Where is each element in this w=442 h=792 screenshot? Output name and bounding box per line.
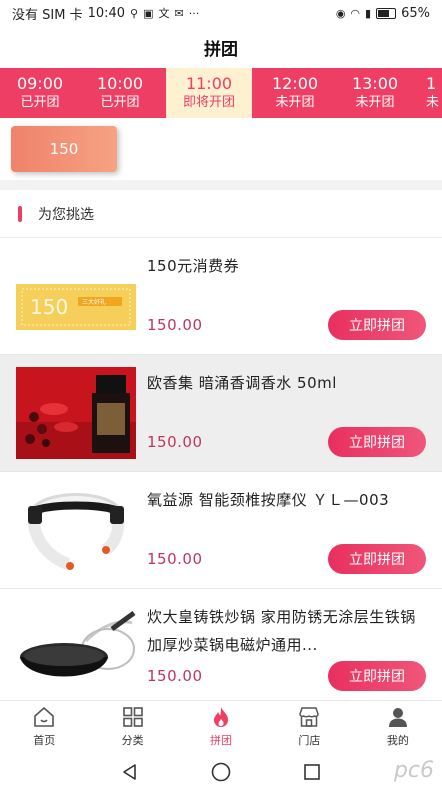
- time-tab-time: 11:00: [185, 74, 233, 93]
- nav-item-home[interactable]: 首页: [0, 701, 88, 752]
- time-slot-tabs: 09:00 已开团 10:00 已开团 11:00 即将开团 12:00 未开团…: [0, 68, 442, 118]
- store-icon: [299, 707, 320, 727]
- amount-chip[interactable]: 150: [11, 126, 117, 172]
- time-tab-time: 09:00: [16, 74, 64, 93]
- time-tab-0900[interactable]: 09:00 已开团: [1, 68, 79, 118]
- nav-label: 我的: [386, 734, 409, 747]
- join-group-button[interactable]: 立即拼团: [328, 427, 426, 457]
- join-group-button[interactable]: 立即拼团: [328, 544, 426, 574]
- nav-item-category[interactable]: 分类: [88, 701, 176, 752]
- time-tab-partial[interactable]: 1 未: [426, 68, 442, 118]
- time-tab-status: 未开团: [275, 95, 315, 110]
- wifi-icon: ◠: [350, 6, 361, 20]
- notification-icon: ▣: [143, 6, 154, 20]
- time-tab-status: 已开团: [20, 95, 60, 110]
- back-icon[interactable]: [120, 762, 140, 782]
- section-header: 为您挑选: [0, 190, 442, 238]
- time-tab-1200[interactable]: 12:00 未开团: [256, 68, 334, 118]
- time-tab-status: 未开团: [355, 95, 395, 110]
- time-tab-time: 1: [426, 74, 437, 93]
- product-price: 150.00: [147, 667, 203, 685]
- system-nav-bar: [0, 752, 442, 792]
- product-name: 氧益源 智能颈椎按摩仪 ＹＬ—003: [147, 491, 390, 509]
- nav-label: 门店: [298, 734, 321, 747]
- time-tab-1300[interactable]: 13:00 未开团: [336, 68, 414, 118]
- status-bar: 没有 SIM 卡 10:40 ⚲ ▣ 文 ✉ ··· ◉ ◠ ▮ 65%: [0, 0, 442, 26]
- grid-icon: [122, 707, 143, 727]
- time-tab-time: 10:00: [96, 74, 144, 93]
- flame-icon: [214, 707, 229, 727]
- nav-item-profile[interactable]: 我的: [354, 701, 442, 752]
- watermark: pc6: [393, 758, 434, 783]
- product-image: [16, 601, 136, 693]
- battery-text: 65%: [401, 5, 430, 21]
- section-title: 为您挑选: [38, 206, 94, 223]
- time-tab-1000[interactable]: 10:00 已开团: [81, 68, 159, 118]
- time-tab-time: 13:00: [351, 74, 399, 93]
- product-price: 150.00: [147, 433, 203, 451]
- nav-label: 首页: [33, 734, 56, 747]
- product-price: 150.00: [147, 550, 203, 568]
- divider: [0, 180, 442, 190]
- time-tab-status: 已开团: [100, 95, 140, 110]
- product-name: 150元消费券: [147, 257, 240, 275]
- join-group-button[interactable]: 立即拼团: [328, 661, 426, 691]
- carrier-text: 没有 SIM 卡: [12, 7, 83, 23]
- product-item[interactable]: 氧益源 智能颈椎按摩仪 ＹＬ—003 150.00 立即拼团: [0, 472, 442, 589]
- neck-massager-image: [16, 484, 136, 576]
- recents-icon[interactable]: [302, 762, 322, 782]
- voucher-tag: 三大好礼: [82, 299, 107, 306]
- wok-image: [16, 601, 136, 693]
- product-image: 150 三大好礼: [16, 250, 136, 342]
- product-item[interactable]: 150 三大好礼 150元消费券 150.00 立即拼团: [0, 238, 442, 355]
- clock-text: 10:40: [87, 5, 126, 21]
- join-group-button[interactable]: 立即拼团: [328, 310, 426, 340]
- product-image: [16, 484, 136, 576]
- nav-label: 分类: [121, 734, 144, 747]
- nav-item-store[interactable]: 门店: [265, 701, 353, 752]
- usb-icon: ⚲: [130, 6, 139, 20]
- section-marker: [18, 205, 22, 222]
- mail-icon: ✉: [174, 6, 184, 20]
- perfume-image: [16, 367, 136, 459]
- product-price: 150.00: [147, 316, 203, 334]
- nav-item-group-buy[interactable]: 拼团: [177, 701, 265, 752]
- bottom-nav: 首页 分类 拼团 门店 我的: [0, 700, 442, 752]
- eye-icon: ◉: [335, 6, 346, 20]
- product-name: 炊大皇铸铁炒锅 家用防锈无涂层生铁锅加厚炒菜锅电磁炉通用...: [147, 608, 416, 654]
- home-icon: [34, 707, 55, 727]
- time-tab-time: 12:00: [271, 74, 319, 93]
- product-name: 欧香集 暗涌香调香水 50ml: [147, 374, 337, 392]
- page-title: 拼团: [0, 26, 442, 68]
- more-icon: ···: [188, 6, 200, 20]
- time-tab-status: 未: [426, 95, 440, 110]
- translate-icon: 文: [158, 6, 170, 20]
- time-tab-status: 即将开团: [182, 95, 235, 110]
- home-circle-icon[interactable]: [210, 761, 232, 783]
- time-tab-1100[interactable]: 11:00 即将开团: [166, 68, 252, 118]
- product-image: [16, 367, 136, 459]
- nav-label: 拼团: [210, 734, 233, 747]
- voucher-value: 150: [30, 295, 69, 319]
- user-icon: [388, 708, 407, 727]
- product-item[interactable]: 炊大皇铸铁炒锅 家用防锈无涂层生铁锅加厚炒菜锅电磁炉通用... 150.00 立…: [0, 589, 442, 700]
- sim-icon: ▮: [365, 6, 372, 20]
- product-item[interactable]: 欧香集 暗涌香调香水 50ml 150.00 立即拼团: [0, 355, 442, 472]
- battery-icon: [376, 7, 397, 19]
- amount-strip: 150: [0, 118, 442, 180]
